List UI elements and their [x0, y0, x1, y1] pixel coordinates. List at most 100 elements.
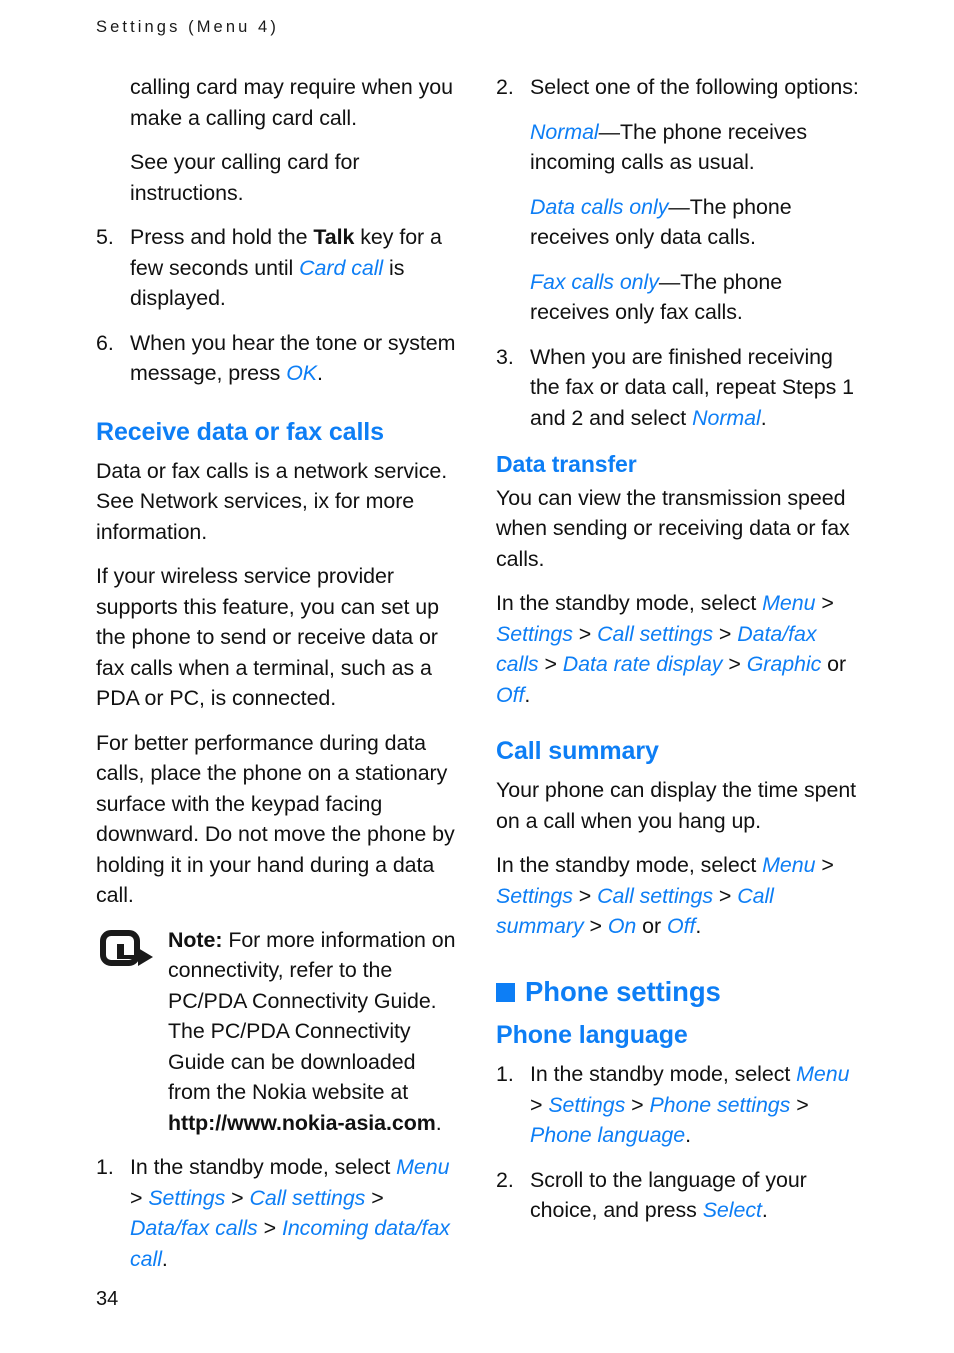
- paragraph-service-provider: If your wireless service provider suppor…: [96, 564, 439, 710]
- step-5-part1: Press and hold the: [130, 225, 314, 249]
- ui-term-menu-2: Menu: [762, 591, 816, 616]
- lang-step-1-part1: In the standby mode, select: [530, 1062, 797, 1087]
- path-cs-sep1: >: [815, 853, 834, 878]
- heading-data-transfer: Data transfer: [496, 451, 637, 477]
- note-block: Note: For more information on connectivi…: [96, 925, 458, 1139]
- nokia-url: http://www.nokia-asia.com: [168, 1110, 436, 1135]
- ui-term-card-call: Card call: [299, 255, 384, 280]
- path-separator-1: >: [130, 1185, 149, 1210]
- option-fax-calls-only: Fax calls only—The phone receives only f…: [496, 267, 862, 328]
- heading-phone-settings-label: Phone settings: [525, 975, 721, 1007]
- note-arrow-icon: [100, 929, 156, 970]
- ui-term-data-fax-calls: Data/fax calls: [130, 1216, 258, 1240]
- step-2-number: 2.: [496, 75, 514, 99]
- lang-sep-2: >: [625, 1092, 650, 1117]
- ui-term-settings: Settings: [148, 1185, 226, 1210]
- lang-step-2-part2: .: [761, 1198, 768, 1223]
- ui-term-data-calls-only: Data calls only: [530, 194, 669, 219]
- ui-term-phone-settings: Phone settings: [649, 1092, 791, 1117]
- note-body-2: .: [435, 1110, 442, 1135]
- step-1-incoming-data-fax: 1. In the standby mode, select Menu > Set…: [96, 1152, 458, 1274]
- ui-term-menu-4: Menu: [796, 1062, 850, 1087]
- ui-term-menu: Menu: [396, 1155, 450, 1179]
- ui-term-off: Off: [496, 682, 525, 707]
- path-dr-sep5: >: [722, 652, 747, 677]
- step-3-part2: .: [760, 405, 767, 430]
- step-6-part2: .: [317, 361, 323, 385]
- path-separator-2: >: [225, 1185, 250, 1210]
- ui-term-call-settings-2: Call settings: [597, 621, 713, 646]
- option-data-calls-only: Data calls only—The phone receives only …: [496, 192, 862, 253]
- ui-term-graphic: Graphic: [746, 652, 822, 677]
- ui-term-ok: OK: [286, 361, 317, 385]
- ui-term-off-2: Off: [667, 914, 696, 939]
- path-dr-sep4: >: [538, 652, 563, 677]
- path-cs-sep2: >: [572, 883, 598, 908]
- see-card-text: See your calling card for instructions.: [130, 150, 360, 205]
- lang-step-1: 1. In the standby mode, select Menu > Set…: [496, 1059, 862, 1151]
- path-dr-sep2: >: [572, 621, 598, 646]
- step-1-part1: In the standby mode, select: [130, 1155, 397, 1179]
- ui-term-call-settings: Call settings: [249, 1185, 366, 1210]
- path-separator-3: >: [365, 1185, 384, 1210]
- path-dr-sep3: >: [713, 621, 738, 646]
- ui-term-call-settings-3: Call settings: [597, 883, 713, 908]
- heading-receive-data-or-fax-calls: Receive data or fax calls: [96, 417, 384, 446]
- path-cs-sep4: >: [583, 914, 608, 939]
- note-label: Note:: [168, 927, 223, 952]
- ui-term-normal: Normal: [530, 119, 599, 144]
- step-1-part2: .: [161, 1246, 168, 1271]
- option-normal: Normal—The phone receives incoming calls…: [496, 117, 862, 178]
- ui-term-phone-language: Phone language: [530, 1123, 686, 1148]
- paragraph-call-summary: Your phone can display the time spent on…: [496, 778, 857, 833]
- ui-term-fax-calls-only: Fax calls only: [530, 269, 659, 294]
- lang-step-1-number: 1.: [496, 1062, 514, 1087]
- continued-step4-text: calling card may require when you make a…: [130, 75, 453, 130]
- step-3: 3. When you are finished receiving the fa…: [496, 342, 862, 434]
- step-5: 5. Press and hold the Talk key for a few …: [96, 222, 458, 314]
- step-3-number: 3.: [496, 344, 514, 369]
- section-square-bullet-icon: [496, 982, 515, 1002]
- heading-phone-language: Phone language: [496, 1021, 688, 1050]
- page-number: 34: [96, 1288, 119, 1310]
- step-2: 2. Select one of the following options:: [496, 72, 862, 103]
- ui-term-on: On: [607, 914, 637, 939]
- ui-term-menu-3: Menu: [762, 853, 816, 878]
- running-head: Settings (Menu 4): [96, 18, 279, 36]
- paragraph-network-service: Data or fax calls is a network service. …: [96, 458, 448, 544]
- path-cs-end: .: [695, 914, 702, 939]
- talk-key-label: Talk: [313, 225, 355, 249]
- path-cs-sep3: >: [713, 883, 738, 908]
- step-5-number: 5.: [96, 225, 114, 249]
- path-call-summary: In the standby mode, select Menu > Setti…: [496, 850, 862, 942]
- note-body-1: For more information on connectivity, re…: [168, 927, 456, 1105]
- lang-sep-1: >: [530, 1092, 549, 1117]
- path-dr-end: .: [524, 682, 531, 707]
- path-dr-sep1: >: [815, 591, 834, 616]
- paragraph-transmission-speed: You can view the transmission speed when…: [496, 485, 850, 571]
- lang-step-2-number: 2.: [496, 1167, 514, 1192]
- heading-call-summary: Call summary: [496, 737, 659, 766]
- path-cs-part1: In the standby mode, select: [496, 853, 763, 878]
- right-column: 2. Select one of the following options: N…: [496, 72, 862, 1240]
- ui-term-settings-2: Settings: [496, 621, 573, 646]
- lang-step-1-part2: .: [685, 1123, 692, 1148]
- note-text: Note: For more information on connectivi…: [168, 925, 458, 1139]
- ui-term-settings-4: Settings: [548, 1092, 626, 1117]
- paragraph-better-performance: For better performance during data calls…: [96, 730, 455, 908]
- step-6-number: 6.: [96, 330, 114, 355]
- path-cs-mid: or: [636, 914, 667, 939]
- path-data-rate-display: In the standby mode, select Menu > Setti…: [496, 588, 862, 710]
- lang-step-2: 2. Scroll to the language of your choice,…: [496, 1165, 862, 1226]
- path-dr-part1: In the standby mode, select: [496, 591, 763, 616]
- heading-phone-settings: Phone settings: [496, 976, 862, 1008]
- path-separator-4: >: [257, 1216, 282, 1240]
- step-1-number: 1.: [96, 1155, 114, 1179]
- ui-term-data-rate-display: Data rate display: [562, 652, 723, 677]
- ui-term-normal-2: Normal: [692, 405, 761, 430]
- step-6: 6. When you hear the tone or system messa…: [96, 328, 458, 389]
- ui-term-settings-3: Settings: [496, 883, 573, 908]
- left-column: calling card may require when you make a…: [96, 72, 458, 1288]
- step-2-text: Select one of the following options:: [530, 75, 859, 99]
- lang-sep-3: >: [790, 1092, 809, 1117]
